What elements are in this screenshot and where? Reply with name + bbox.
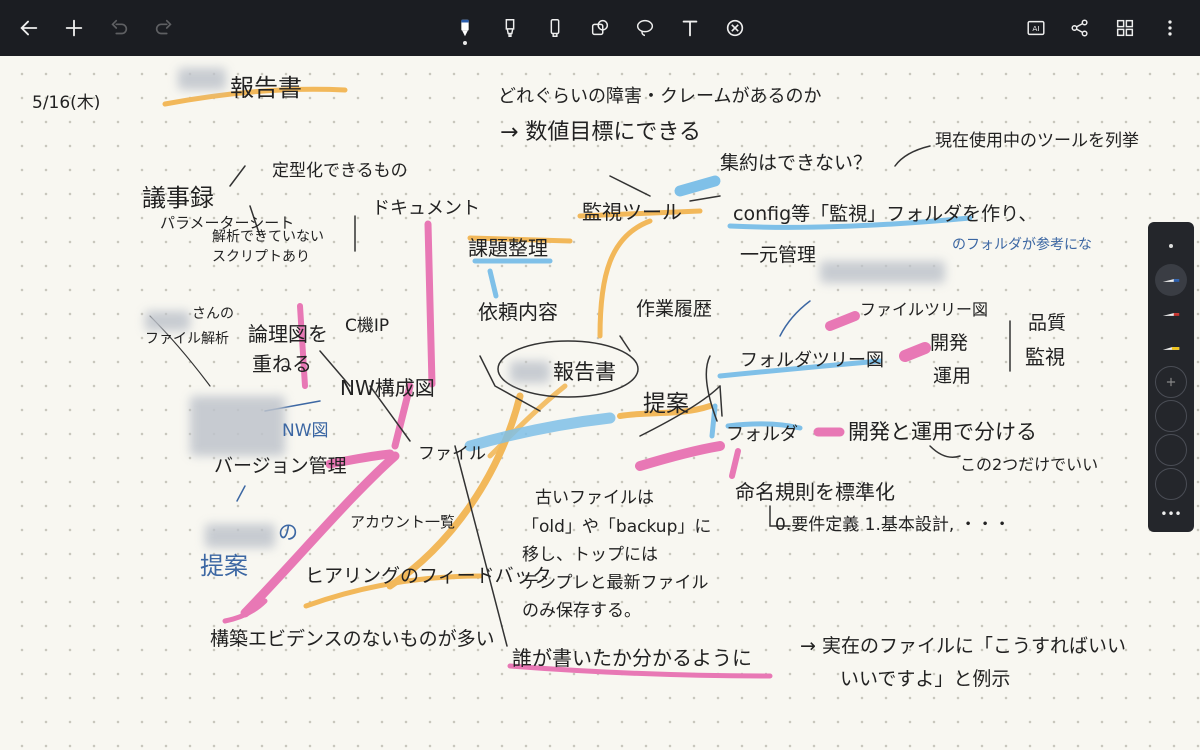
note-text: 構築エビデンスのないものが多い [210,628,495,650]
empty-pen-slot[interactable] [1155,400,1187,432]
note-text: 品質 [1028,312,1067,334]
marker-icon[interactable] [491,9,529,47]
note-text: アカウント一覧 [350,513,456,531]
add-pen-icon[interactable] [1155,366,1187,398]
note-title: 報告書 [230,74,302,102]
note-text: → 実在のファイルに「こうすればいい [800,635,1126,657]
note-text: 提案 [643,391,689,417]
note-text: 課題整理 [468,236,548,260]
note-text: 重ねる [252,352,312,376]
note-text: 運用 [933,365,972,387]
note-text: どれぐらいの障害・クレームがあるのか [498,86,822,107]
add-icon[interactable] [55,9,93,47]
note-text: 解析できていない [212,229,324,245]
redo-icon[interactable] [145,9,183,47]
note-text: のみ保存する。 [522,601,641,621]
blurred-region [510,361,550,383]
note-text: 報告書 [553,360,616,384]
note-text: テンプレと最新ファイル [522,573,709,593]
note-text: 定型化できるもの [272,161,408,181]
pen-blue-icon[interactable] [1155,264,1187,296]
highlighter-icon[interactable] [536,9,574,47]
undo-icon[interactable] [100,9,138,47]
pen-palette: ••• [1148,222,1194,532]
shape-icon[interactable] [581,9,619,47]
note-text: バージョン管理 [214,455,347,477]
svg-text:AI: AI [1032,24,1039,33]
share-icon[interactable] [1061,9,1099,47]
palette-more-icon[interactable]: ••• [1155,498,1187,530]
note-text: 命名規則を標準化 [735,480,895,504]
fountain-pen-icon[interactable] [446,9,484,47]
blurred-region [205,524,275,548]
note-text: NW図 [282,421,329,441]
note-text: 提案 [200,552,248,580]
note-text: 依頼内容 [478,300,558,324]
lasso-icon[interactable] [626,9,664,47]
note-text: 「old」や「backup」に [522,517,712,537]
note-text: 誰が書いたか分かるように [512,646,752,670]
note-text: 監視 [1025,345,1065,369]
note-date: 5/16(木) [32,93,101,113]
blurred-region [178,68,226,90]
highlighter-yellow-icon[interactable] [1155,332,1187,364]
empty-pen-slot[interactable] [1155,434,1187,466]
note-text: 監視ツール [582,200,682,224]
note-text: ヒアリングのフィードバック [305,565,552,587]
note-text: config等「監視」フォルダを作り、 [733,203,1038,225]
note-text: の [278,520,298,544]
eraser-icon[interactable] [716,9,754,47]
note-text: 古いファイルは [535,488,654,508]
minimize-palette-icon[interactable] [1155,230,1187,262]
note-text: 開発と運用で分ける [848,420,1037,444]
note-text: 0.要件定義 1.基本設計, ・・・ [775,515,1011,535]
blurred-region [190,396,285,456]
pen-red-icon[interactable] [1155,298,1187,330]
note-text: ファイル [418,444,486,464]
ai-icon[interactable]: AI [1017,9,1055,47]
note-text: フォルダ [726,424,798,445]
active-tool-indicator [463,41,467,45]
empty-pen-slot[interactable] [1155,468,1187,500]
note-text: NW構成図 [340,376,435,400]
more-vert-icon[interactable] [1151,9,1189,47]
blurred-region [820,261,945,283]
note-text: いいですよ」と例示 [840,668,1011,690]
note-text: さんの [192,306,234,322]
note-text: 一元管理 [740,244,817,266]
note-text: この2つだけでいい [960,455,1099,474]
note-text: C機IP [345,316,390,336]
back-arrow-icon[interactable] [10,9,48,47]
note-text: 議事録 [142,184,214,212]
note-text: 開発 [930,332,969,354]
note-text: 現在使用中のツールを列挙 [935,131,1139,151]
note-text: 移し、トップには [522,545,658,565]
note-text: ファイル解析 [145,331,229,347]
note-canvas[interactable]: 5/16(木) 報告書 どれぐらいの障害・クレームがあるのか → 数値目標にでき… [0,56,1200,750]
note-text: のフォルダが参考にな [952,237,1092,253]
note-text: 論理図を [248,322,328,346]
note-text: ドキュメント [372,198,480,219]
note-text: ファイルツリー図 [860,300,989,319]
note-text: スクリプトあり [212,249,310,265]
note-text: 作業履歴 [636,298,713,320]
text-icon[interactable] [671,9,709,47]
top-toolbar: AI [0,0,1200,56]
note-text: 集約はできない？ [720,152,873,174]
note-text: フォルダツリー図 [740,350,884,371]
note-text: → 数値目標にできる [500,120,701,145]
grid-view-icon[interactable] [1106,9,1144,47]
